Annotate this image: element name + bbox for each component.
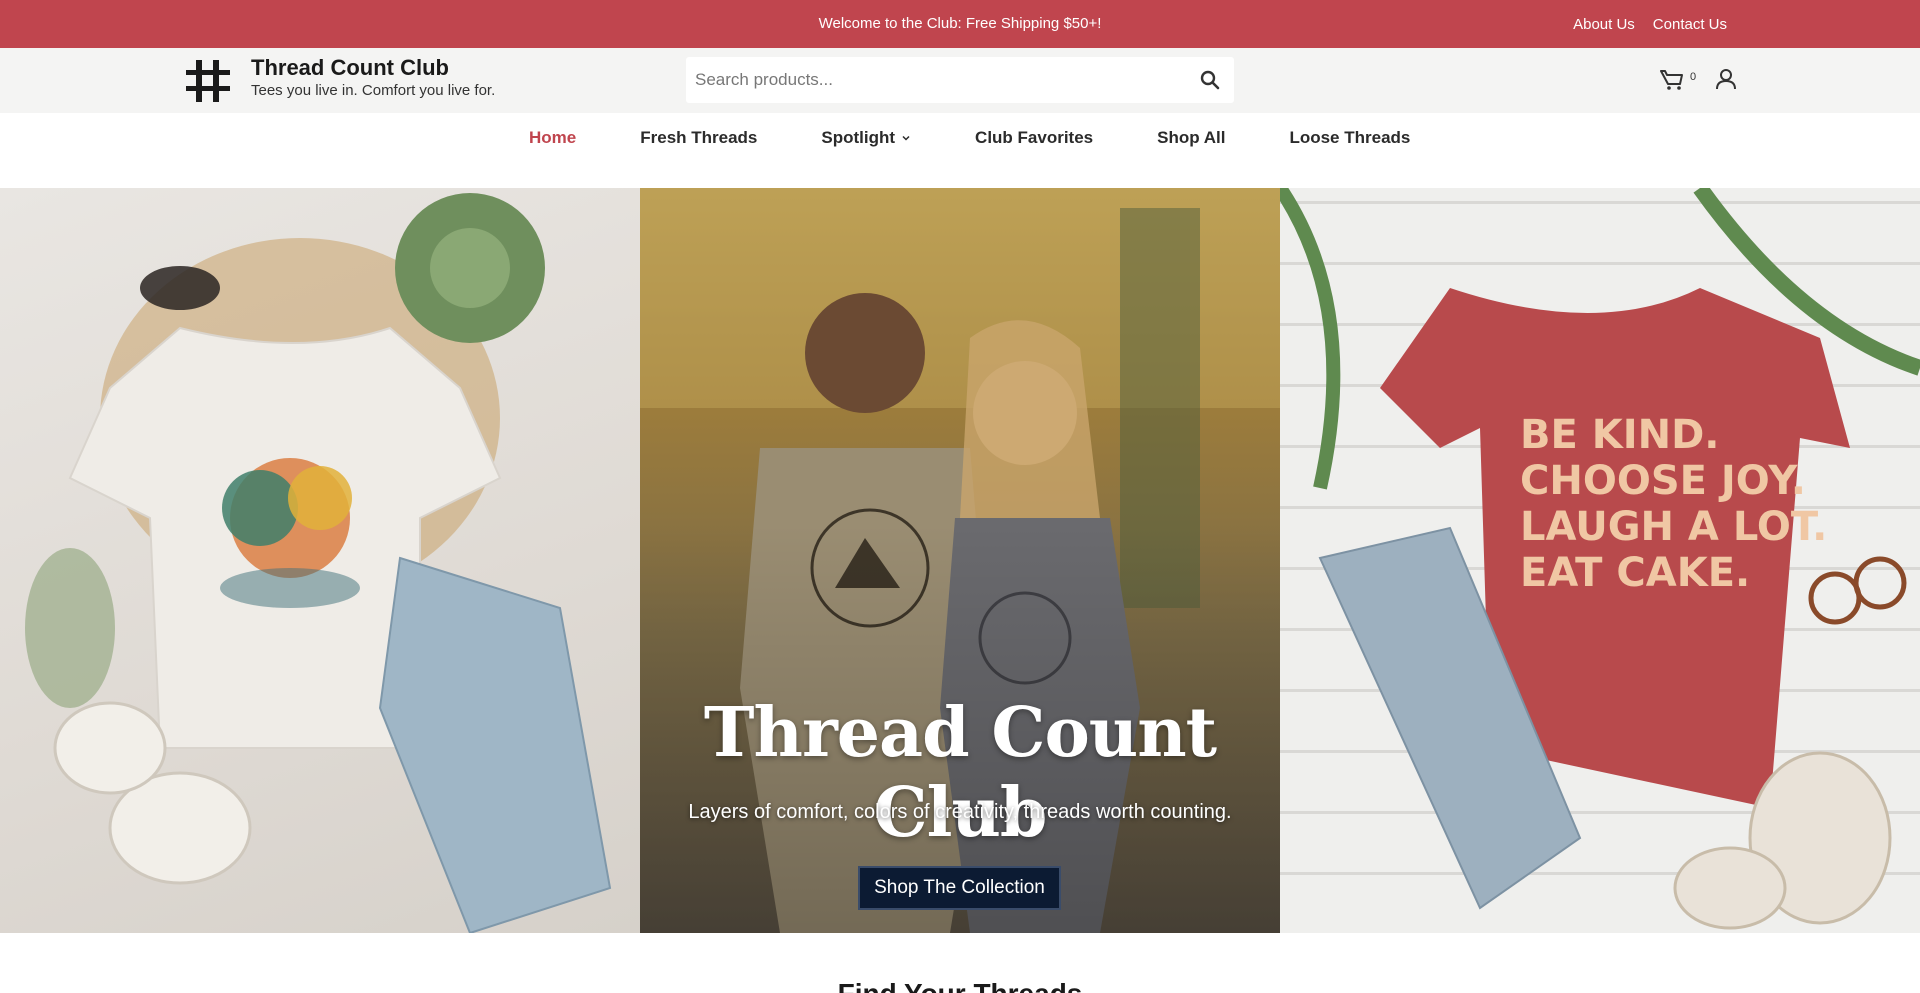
section-heading: Find Your Threads — [0, 978, 1920, 993]
hero-image-left — [0, 188, 640, 933]
red-tee-flatlay-image: BE KIND. CHOOSE JOY. LAUGH A LOT. EAT CA… — [1280, 188, 1920, 930]
nav-item-label: Home — [529, 128, 577, 147]
nav-item-label: Club Favorites — [975, 128, 1094, 147]
cart-icon[interactable] — [1660, 69, 1684, 91]
svg-text:LAUGH A LOT.: LAUGH A LOT. — [1520, 504, 1827, 550]
hero-subtitle: Layers of comfort, colors of creativity,… — [688, 801, 1232, 823]
nav-item-label: Fresh Threads — [640, 128, 758, 147]
nav-item-loose-threads[interactable]: Loose Threads — [1289, 128, 1410, 148]
nav-item-label: Shop All — [1157, 128, 1226, 147]
nav-item-label: Spotlight — [821, 128, 896, 147]
brand-name[interactable]: Thread Count Club — [251, 54, 495, 82]
nav-item-fresh-threads[interactable]: Fresh Threads — [640, 128, 757, 148]
search-input[interactable] — [686, 57, 1186, 103]
shop-collection-button[interactable]: Shop The Collection — [858, 866, 1061, 910]
hero-section: BE KIND. CHOOSE JOY. LAUGH A LOT. EAT CA… — [0, 188, 1920, 933]
svg-text:BE KIND.: BE KIND. — [1520, 412, 1720, 458]
search-box — [686, 57, 1234, 103]
nav-item-home[interactable]: Home — [529, 128, 576, 148]
brand-tagline: Tees you live in. Comfort you live for. — [251, 82, 496, 99]
nav-item-club-favorites[interactable]: Club Favorites — [975, 128, 1093, 148]
account-icon[interactable] — [1715, 68, 1737, 90]
nav-item-label: Loose Threads — [1289, 128, 1411, 147]
svg-text:EAT CAKE.: EAT CAKE. — [1520, 550, 1750, 596]
search-icon[interactable] — [1200, 70, 1220, 90]
site-header: Thread Count Club Tees you live in. Comf… — [0, 48, 1920, 113]
nav-item-spotlight[interactable]: Spotlight — [821, 128, 911, 148]
cart-count: 0 — [1690, 71, 1697, 83]
svg-text:CHOOSE JOY.: CHOOSE JOY. — [1520, 458, 1806, 504]
hero-title: Thread Count Club — [703, 693, 1217, 853]
main-nav: Home Fresh Threads Spotlight Club Favori… — [0, 113, 1920, 188]
announcement-bar: Welcome to the Club: Free Shipping $50+!… — [0, 0, 1920, 48]
about-us-link[interactable]: About Us — [1573, 16, 1635, 33]
cream-tee-flatlay-image — [25, 193, 612, 933]
chevron-down-icon — [902, 135, 910, 141]
top-links: About Us Contact Us — [1573, 0, 1727, 48]
hero-content: Thread Count Club Layers of comfort, col… — [640, 188, 1280, 933]
brand[interactable]: Thread Count Club Tees you live in. Comf… — [251, 54, 495, 100]
nav-item-shop-all[interactable]: Shop All — [1157, 128, 1225, 148]
hashtag-logo-icon[interactable] — [184, 58, 232, 104]
contact-us-link[interactable]: Contact Us — [1653, 16, 1727, 33]
hero-image-right: BE KIND. CHOOSE JOY. LAUGH A LOT. EAT CA… — [1280, 188, 1920, 933]
